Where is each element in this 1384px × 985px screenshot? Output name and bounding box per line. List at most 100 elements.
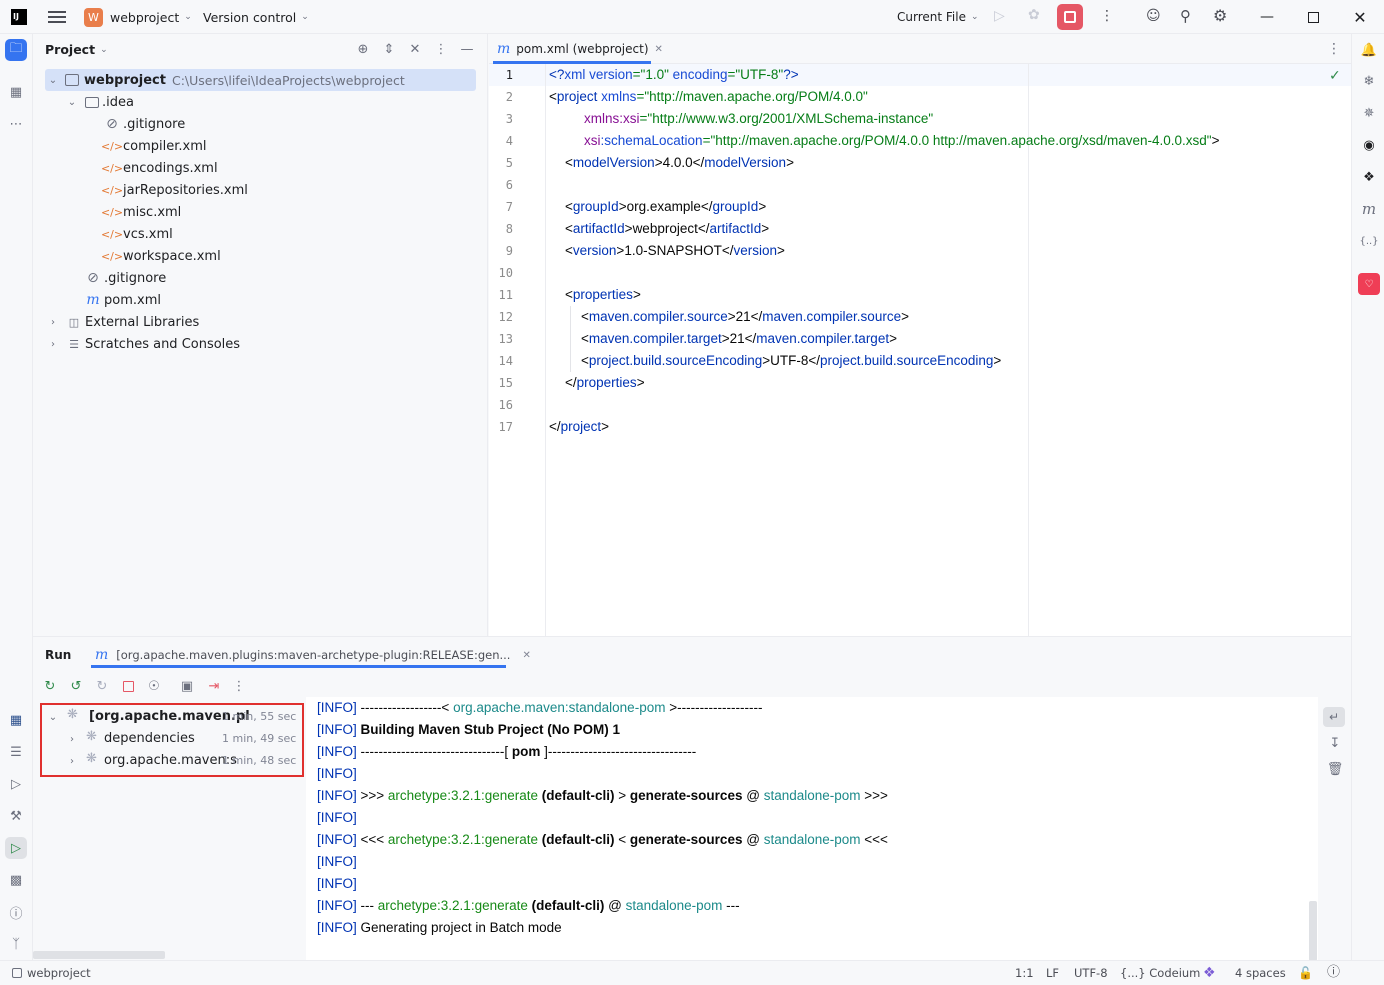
tree-item-pom-xml[interactable]: m pom.xml	[85, 289, 161, 311]
console-scrollbar[interactable]	[1309, 901, 1317, 961]
search-icon[interactable]: ⚲	[1180, 7, 1191, 25]
code-line-2[interactable]: <project xmlns="http://maven.apache.org/…	[549, 86, 868, 108]
tree-root-webproject[interactable]: webproject C:\Users\lifei\IdeaProjects\w…	[65, 69, 405, 91]
tree-item-vcs-xml[interactable]: </> vcs.xml	[101, 223, 173, 245]
tree-item-external-libraries[interactable]: ◫ External Libraries	[66, 311, 199, 333]
toggle-auto-rerun-icon[interactable]: ↻	[92, 676, 112, 696]
project-folder-icon[interactable]: 🗀	[5, 39, 27, 61]
gamepad-icon[interactable]: ◉	[1358, 134, 1380, 156]
more-actions-icon[interactable]: ⋮	[1100, 8, 1114, 24]
copilot-icon[interactable]: ✵	[1358, 102, 1380, 124]
options-icon[interactable]: ⋮	[431, 39, 451, 59]
add-user-icon[interactable]: ☺	[1146, 8, 1161, 24]
close-window-button[interactable]: ✕	[1337, 0, 1383, 34]
code-line-1[interactable]: <?xml version="1.0" encoding="UTF-8"?>	[549, 64, 799, 86]
status-codeium[interactable]: {...} Codeium	[1120, 961, 1200, 985]
editor-tab-pom[interactable]: m pom.xml (webproject) ✕	[493, 34, 667, 64]
screenshot-camera-icon[interactable]: ▣	[177, 676, 197, 696]
horizontal-scrollbar[interactable]	[33, 951, 165, 959]
code-line-17[interactable]: </project>	[549, 416, 609, 438]
chevron-down-icon[interactable]: ⌄	[47, 706, 59, 728]
view-eye-icon[interactable]: ☉	[144, 676, 164, 696]
collapse-all-icon[interactable]: ✕	[405, 39, 425, 59]
tree-item-compiler-xml[interactable]: </> compiler.xml	[101, 135, 207, 157]
expand-all-icon[interactable]: ⇕	[379, 39, 399, 59]
inspection-ok-icon[interactable]: ✓	[1329, 68, 1341, 84]
chevron-right-icon[interactable]: ›	[66, 728, 78, 750]
ai-assistant-icon[interactable]: ❄	[1358, 70, 1380, 92]
close-tab-icon[interactable]: ✕	[655, 44, 663, 55]
inspection-status-icon[interactable]: ⓘ	[1327, 961, 1340, 985]
run-tree-item-standalone[interactable]: org.apache.maven:s	[104, 750, 237, 772]
version-control-menu[interactable]: Version control ⌄	[203, 0, 309, 34]
minimize-button[interactable]: —	[1244, 0, 1290, 34]
git-icon[interactable]: ᛉ	[5, 933, 27, 955]
code-line-11[interactable]: <properties>	[565, 284, 641, 306]
project-panel-header[interactable]: Project ⌄	[45, 42, 108, 57]
code-line-4[interactable]: xsi:schemaLocation="http://maven.apache.…	[584, 130, 1219, 152]
chevron-down-icon[interactable]: ⌄	[66, 91, 78, 113]
build-hammer-icon[interactable]: ⚒	[5, 805, 27, 827]
more-run-options-icon[interactable]: ⋮	[229, 676, 249, 696]
read-only-lock-icon[interactable]: 🔓	[1298, 961, 1313, 985]
codeium-icon[interactable]: ❖	[1358, 166, 1380, 188]
problems-icon[interactable]: ⓘ	[5, 901, 27, 923]
tree-item-workspace-xml[interactable]: </> workspace.xml	[101, 245, 221, 267]
tree-item-scratches[interactable]: ☰ Scratches and Consoles	[66, 333, 240, 355]
structure-icon[interactable]: ▦	[5, 81, 27, 103]
code-line-15[interactable]: </properties>	[565, 372, 645, 394]
chevron-down-icon[interactable]: ⌄	[47, 69, 59, 91]
chevron-right-icon[interactable]: ›	[66, 750, 78, 772]
scroll-to-end-icon[interactable]: ↧	[1325, 733, 1345, 753]
status-line-separator[interactable]: LF	[1046, 961, 1059, 985]
code-line-8[interactable]: <artifactId>webproject</artifactId>	[565, 218, 769, 240]
code-line-14[interactable]: <project.build.sourceEncoding>UTF-8</pro…	[581, 350, 1001, 372]
tree-item-idea[interactable]: .idea	[85, 91, 134, 113]
more-tools-icon[interactable]: ⋯	[5, 113, 27, 135]
chevron-right-icon[interactable]: ›	[47, 311, 59, 333]
project-switcher[interactable]: W webproject ⌄	[84, 0, 192, 34]
services-icon[interactable]: ▷	[5, 773, 27, 795]
rerun-icon[interactable]: ↻	[40, 676, 60, 696]
chevron-right-icon[interactable]: ›	[47, 333, 59, 355]
layers-icon[interactable]: ☰	[5, 741, 27, 763]
locate-target-icon[interactable]: ⊕	[353, 39, 373, 59]
notifications-bell-icon[interactable]: 🔔	[1358, 39, 1380, 61]
export-icon[interactable]: ⇥	[204, 676, 224, 696]
maximize-button[interactable]	[1290, 0, 1336, 34]
main-menu-icon[interactable]	[48, 9, 66, 25]
tab-options-icon[interactable]: ⋮	[1327, 41, 1341, 57]
status-caret-position[interactable]: 1:1	[1015, 961, 1034, 985]
stop-button[interactable]	[1057, 4, 1083, 30]
status-project[interactable]: webproject	[12, 961, 91, 985]
terminal-icon[interactable]: ▩	[5, 869, 27, 891]
settings-gear-icon[interactable]: ⚙	[1213, 6, 1227, 25]
run-config-selector[interactable]: Current File ⌄	[897, 0, 979, 34]
code-line-5[interactable]: <modelVersion>4.0.0</modelVersion>	[565, 152, 794, 174]
run-tree-item-dependencies[interactable]: dependencies	[104, 728, 195, 750]
console-output[interactable]: [INFO] ------------------< org.apache.ma…	[306, 697, 1318, 961]
code-line-13[interactable]: <maven.compiler.target>21</maven.compile…	[581, 328, 897, 350]
codeium-status-icon[interactable]: ❖	[1203, 961, 1216, 985]
tree-item-gitignore[interactable]: ⊘ .gitignore	[104, 113, 185, 135]
status-indent[interactable]: 4 spaces	[1235, 961, 1286, 985]
run-tool-icon[interactable]: ▷	[5, 837, 27, 859]
close-tab-icon[interactable]: ✕	[522, 650, 530, 661]
tree-item-encodings-xml[interactable]: </> encodings.xml	[101, 157, 218, 179]
rerun-failed-icon[interactable]: ↺	[66, 676, 86, 696]
stop-run-icon[interactable]	[118, 676, 138, 696]
maven-icon[interactable]: m	[1358, 198, 1380, 220]
hide-panel-icon[interactable]: —	[457, 39, 477, 59]
tree-item-misc-xml[interactable]: </> misc.xml	[101, 201, 181, 223]
code-line-12[interactable]: <maven.compiler.source>21</maven.compile…	[581, 306, 909, 328]
code-line-9[interactable]: <version>1.0-SNAPSHOT</version>	[565, 240, 785, 262]
excel-icon[interactable]: ▦	[5, 709, 27, 731]
clear-trash-icon[interactable]: 🗑	[1325, 759, 1345, 779]
debug-icon[interactable]: ✿	[1028, 7, 1046, 25]
tree-item-jarrepositories-xml[interactable]: </> jarRepositories.xml	[101, 179, 248, 201]
soft-wrap-icon[interactable]: ↵	[1323, 707, 1345, 727]
json-icon[interactable]: {..}	[1358, 230, 1380, 252]
code-line-7[interactable]: <groupId>org.example</groupId>	[565, 196, 766, 218]
run-icon[interactable]: ▷	[994, 8, 1012, 26]
tree-item-root-gitignore[interactable]: ⊘ .gitignore	[85, 267, 166, 289]
